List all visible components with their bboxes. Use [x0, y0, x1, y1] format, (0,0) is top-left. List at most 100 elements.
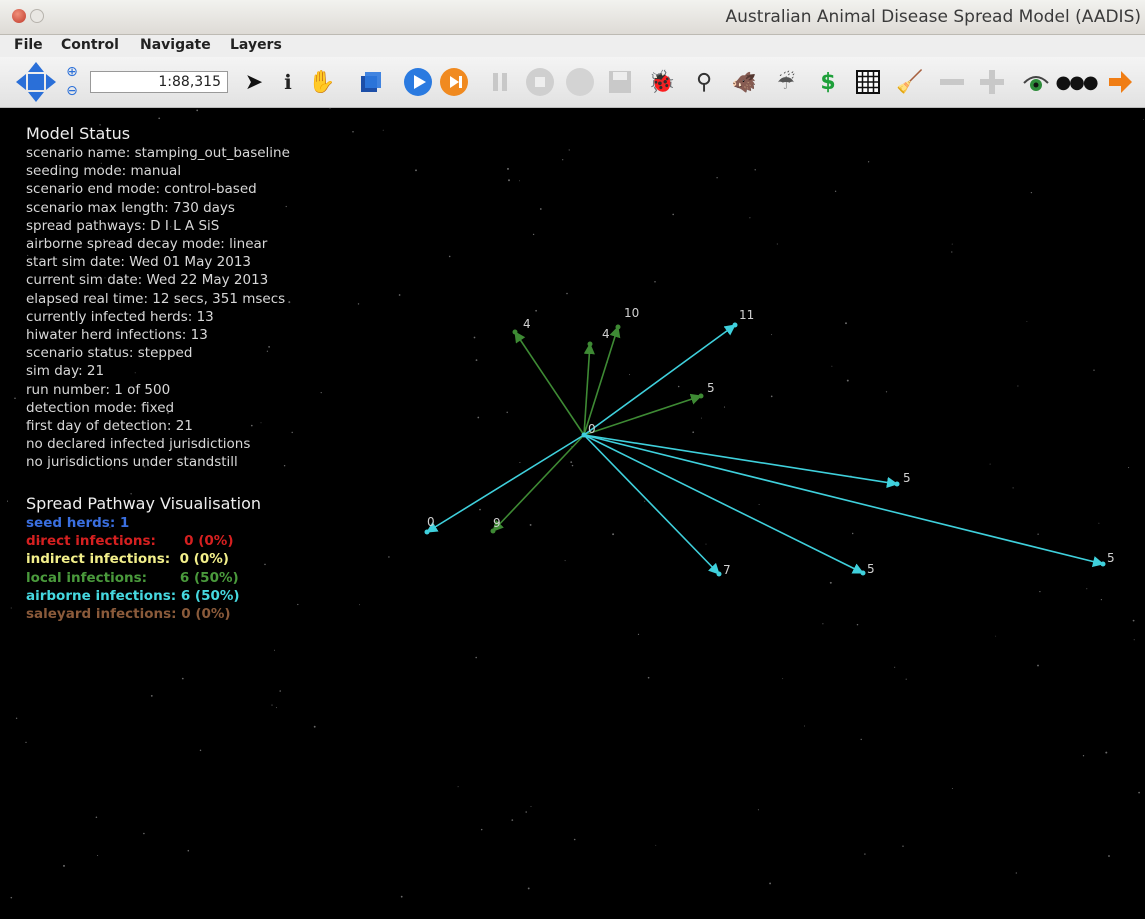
background-dot — [479, 508, 481, 511]
background-dot — [1128, 467, 1130, 469]
menu-bar: File Control Navigate Layers — [0, 35, 1145, 57]
close-window-button[interactable] — [12, 9, 26, 23]
background-dot — [637, 633, 640, 636]
background-dot — [831, 365, 833, 367]
infected-herd-node[interactable] — [860, 570, 866, 576]
status-line: hiwater herd infections: 13 — [26, 327, 208, 344]
reset-button[interactable] — [564, 66, 596, 98]
background-dot — [672, 213, 675, 216]
background-dot — [6, 500, 8, 502]
background-dot — [97, 854, 99, 857]
minimize-window-button[interactable] — [30, 9, 44, 23]
scale-input[interactable]: 1:88,315 — [90, 71, 228, 93]
plus-icon[interactable] — [976, 66, 1008, 98]
spread-header: Spread Pathway Visualisation — [26, 494, 262, 513]
background-dot — [527, 887, 530, 890]
background-dot — [851, 532, 854, 535]
background-dot — [15, 717, 18, 719]
background-dot — [716, 177, 718, 179]
background-dot — [754, 169, 756, 171]
animal-icon[interactable]: 🐗 — [728, 66, 760, 98]
pan-compass-icon[interactable] — [14, 60, 58, 104]
pan-hand-icon[interactable]: ✋ — [306, 66, 338, 98]
background-dot — [770, 395, 773, 398]
status-line: scenario max length: 730 days — [26, 199, 235, 216]
background-dot — [359, 604, 360, 606]
background-dot — [477, 416, 480, 419]
background-dot — [571, 464, 574, 467]
herd-day-label: 0 — [427, 515, 435, 529]
info-pointer-icon[interactable]: ℹ — [272, 66, 304, 98]
background-dot — [692, 431, 695, 434]
menu-control[interactable]: Control — [61, 37, 119, 53]
infected-herd-node[interactable] — [424, 529, 430, 535]
grid-icon[interactable] — [852, 66, 884, 98]
select-pointer-icon[interactable]: ➤ — [238, 66, 270, 98]
background-dot — [329, 107, 331, 109]
infected-herd-node[interactable] — [732, 322, 738, 328]
minus-icon[interactable] — [936, 66, 968, 98]
background-dot — [63, 864, 65, 867]
broom-icon[interactable]: 🧹 — [894, 66, 926, 98]
layers-cube-icon[interactable] — [355, 66, 387, 98]
status-line: elapsed real time: 12 secs, 351 msecs — [26, 290, 286, 307]
stop-button[interactable] — [524, 66, 556, 98]
background-dot — [1086, 588, 1088, 590]
infected-herd-node[interactable] — [1100, 561, 1106, 567]
arrow-right-icon[interactable] — [1104, 66, 1136, 98]
eye-icon[interactable] — [1020, 66, 1052, 98]
background-dot — [519, 461, 521, 464]
background-dot — [769, 882, 772, 885]
background-dot — [902, 845, 904, 847]
infected-herd-node[interactable] — [512, 329, 518, 335]
menu-layers[interactable]: Layers — [230, 37, 282, 53]
background-dot — [530, 806, 532, 808]
seed-herd-label: 0 — [588, 422, 596, 436]
infected-herd-node[interactable] — [894, 481, 900, 487]
status-line: scenario end mode: control-based — [26, 181, 257, 198]
menu-navigate[interactable]: Navigate — [140, 37, 211, 53]
background-dot — [1026, 320, 1028, 322]
status-line: no declared infected jurisdictions — [26, 436, 251, 453]
background-dot — [448, 255, 451, 258]
infected-herd-node[interactable] — [615, 324, 621, 330]
background-dot — [1012, 487, 1014, 489]
airborne-spread-edge — [583, 434, 720, 575]
background-dot — [804, 725, 806, 727]
background-dot — [25, 741, 27, 744]
infected-herd-node[interactable] — [716, 571, 722, 577]
herd-day-label: 5 — [903, 471, 911, 485]
menu-file[interactable]: File — [14, 37, 43, 53]
background-dot — [511, 819, 514, 821]
background-dot — [834, 190, 837, 192]
herd-day-label: 11 — [739, 308, 754, 322]
background-dot — [291, 431, 293, 434]
more-icon[interactable]: ●●● — [1055, 66, 1098, 98]
zoom-out-icon[interactable]: ⊖ — [62, 82, 82, 100]
background-dot — [1098, 522, 1100, 524]
background-dot — [771, 334, 773, 336]
zoom-in-icon[interactable]: ⊕ — [62, 63, 82, 81]
pause-button[interactable] — [484, 66, 516, 98]
background-dot — [829, 581, 832, 584]
infected-herd-node[interactable] — [698, 393, 704, 399]
status-line: run number: 1 of 500 — [26, 381, 171, 398]
seed-herd-node[interactable] — [581, 432, 587, 438]
step-button[interactable] — [438, 66, 470, 98]
status-line: current sim date: Wed 22 May 2013 — [26, 272, 269, 289]
ladybug-icon[interactable]: 🐞 — [646, 66, 678, 98]
herd-day-label: 5 — [867, 562, 875, 576]
infected-herd-node[interactable] — [587, 341, 593, 347]
status-line: scenario name: stamping_out_baseline — [26, 145, 290, 161]
background-dot — [457, 786, 459, 788]
background-dot — [274, 649, 275, 651]
save-icon[interactable] — [604, 66, 636, 98]
background-dot — [313, 725, 316, 728]
play-button[interactable] — [402, 66, 434, 98]
weather-icon[interactable]: ☔ — [770, 66, 802, 98]
search-icon[interactable]: ⚲ — [688, 66, 720, 98]
background-dot — [279, 690, 281, 692]
background-dot — [475, 656, 477, 659]
cost-icon[interactable]: $ — [812, 66, 844, 98]
background-dot — [187, 849, 190, 852]
